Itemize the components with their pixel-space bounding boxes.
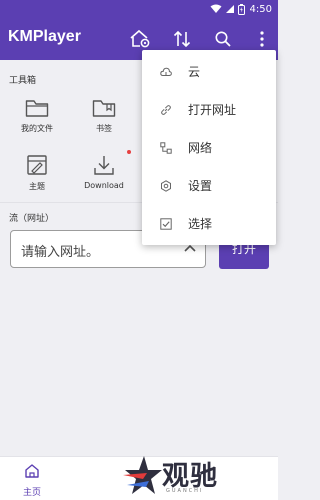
link-icon (161, 105, 171, 115)
more-vert-icon (260, 31, 264, 47)
tool-bookmarks[interactable]: 书签 (69, 92, 139, 142)
folder-icon (25, 100, 49, 117)
menu-label: 打开网址 (188, 103, 237, 117)
network-icon (160, 142, 172, 154)
tool-my-files[interactable]: 我的文件 (2, 92, 72, 142)
notification-dot (127, 150, 131, 154)
search-icon (215, 31, 231, 47)
toolbox-title: 工具箱 (9, 76, 37, 86)
app-title: KMPlayer (8, 28, 81, 45)
tool-label: 我的文件 (21, 124, 53, 133)
tool-label: 主题 (29, 182, 45, 191)
more-button[interactable] (250, 27, 274, 51)
menu-item-network[interactable]: 网络 (142, 129, 276, 167)
signal-icon (225, 5, 234, 13)
home-settings-icon (130, 29, 150, 48)
bookmark-folder-icon (92, 100, 116, 117)
status-icons: 4:50 (210, 1, 272, 17)
sort-button[interactable] (170, 27, 194, 51)
cloud-icon (160, 67, 172, 76)
menu-label: 网络 (188, 141, 213, 155)
home-settings-button[interactable] (128, 27, 152, 51)
sort-icon (173, 30, 191, 48)
battery-icon (237, 3, 245, 15)
menu-item-select[interactable]: 选择 (142, 205, 276, 243)
tool-theme[interactable]: 主题 (2, 150, 72, 200)
stream-title: 流（网址） (9, 214, 55, 224)
status-time: 4:50 (249, 3, 272, 15)
star-logo-icon (123, 456, 162, 494)
url-input-placeholder: 请输入网址。 (21, 245, 100, 260)
watermark: 观驰 GUANCHI (122, 454, 240, 498)
search-button[interactable] (211, 27, 235, 51)
home-icon (25, 464, 39, 478)
menu-item-open-url[interactable]: 打开网址 (142, 91, 276, 129)
menu-label: 设置 (188, 179, 213, 193)
checkbox-icon (160, 218, 172, 230)
tool-label: 书签 (96, 124, 112, 133)
nav-home-label: 主页 (22, 488, 41, 498)
download-icon (94, 156, 114, 175)
status-bar: 4:50 (0, 0, 278, 18)
tool-label: Download (84, 181, 124, 190)
watermark-subtext: GUANCHI (166, 488, 204, 494)
menu-item-cloud[interactable]: 云 (142, 53, 276, 91)
wifi-icon (210, 4, 222, 13)
theme-icon (27, 155, 47, 175)
nav-home[interactable]: 主页 (12, 463, 52, 498)
menu-label: 选择 (188, 217, 213, 231)
menu-label: 云 (188, 65, 201, 79)
menu-item-settings[interactable]: 设置 (142, 167, 276, 205)
tool-download[interactable]: Download (69, 150, 139, 200)
overflow-menu: 云 打开网址 网络 设置 选择 (142, 50, 276, 245)
settings-icon (161, 180, 171, 192)
